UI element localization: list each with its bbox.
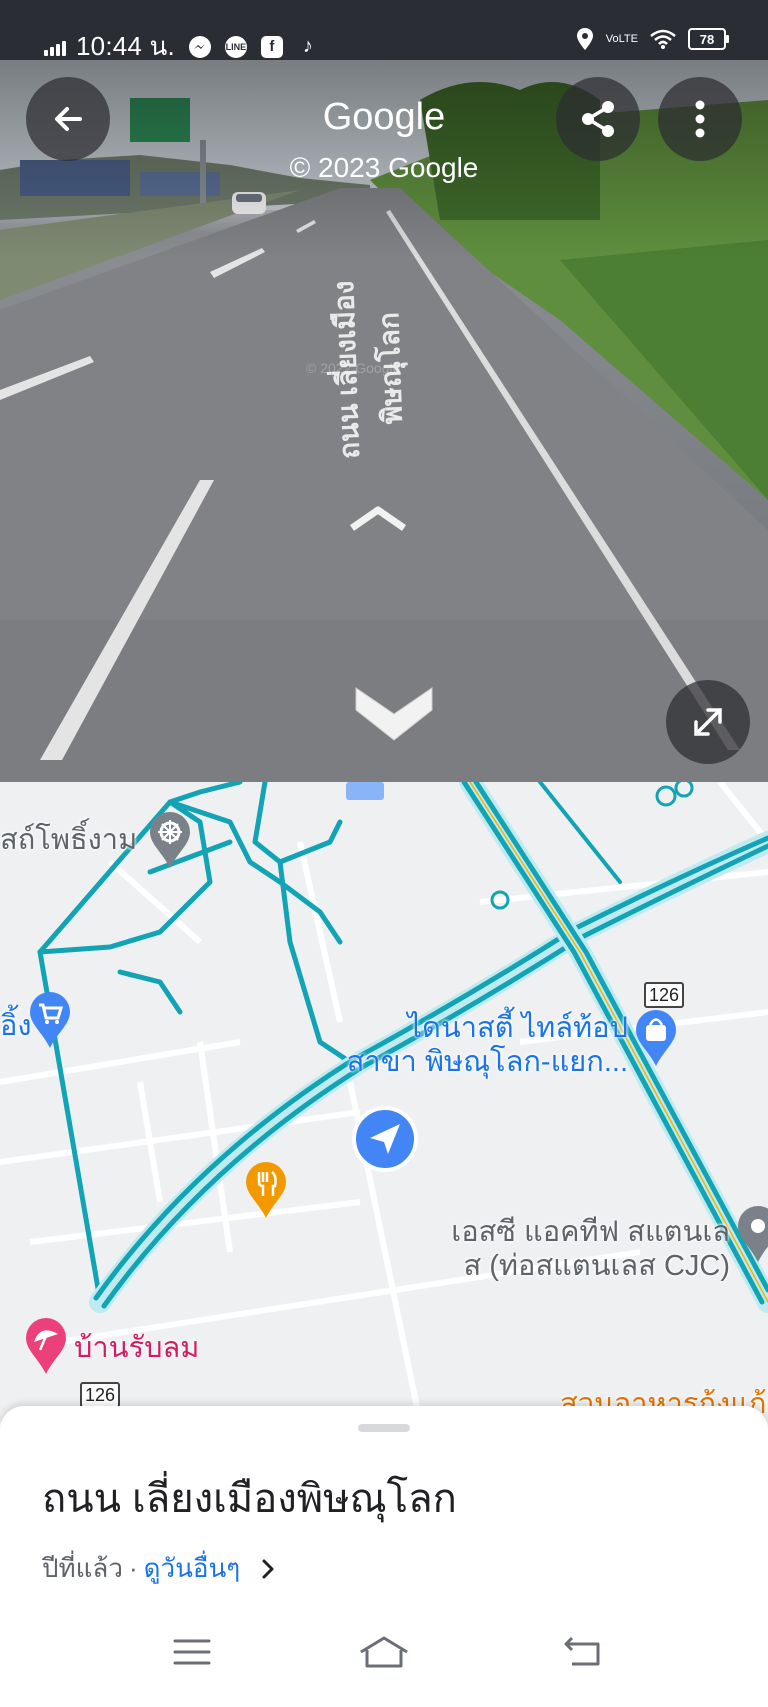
restaurant-pin-icon[interactable] bbox=[244, 1162, 288, 1218]
place-bottom-sheet[interactable]: ถนน เลี่ยงเมืองพิษณุโลก ปีที่แล้ว · ดูวั… bbox=[0, 1406, 768, 1707]
map-label-sc-line2[interactable]: ส (ท่อสแตนเลส CJC) bbox=[464, 1248, 730, 1284]
map-canvas bbox=[0, 782, 768, 1422]
map-label-store-line2[interactable]: สาขา พิษณุโลก-แยก... bbox=[347, 1044, 628, 1080]
recent-apps-button[interactable] bbox=[162, 1627, 222, 1677]
facebook-icon: f bbox=[260, 35, 283, 58]
move-backward-chevron-icon[interactable] bbox=[352, 684, 436, 748]
status-bar: 10:44 น. LINE f ♪ VoLTE 78 bbox=[0, 0, 768, 61]
expand-icon bbox=[694, 708, 722, 736]
street-view-panorama[interactable]: ถนน เลี่ยงเมืองพิษณุโลก © 2022 Google Go… bbox=[0, 60, 768, 782]
separator-dot: · bbox=[128, 1553, 138, 1583]
see-more-dates-link[interactable]: ดูวันอื่นๆ bbox=[144, 1548, 241, 1589]
line-icon: LINE bbox=[224, 35, 247, 58]
more-options-button[interactable] bbox=[658, 77, 742, 161]
volte-icon: VoLTE bbox=[605, 32, 638, 45]
menu-lines-icon bbox=[173, 1639, 211, 1665]
capture-date: ปีที่แล้ว bbox=[42, 1553, 123, 1583]
place-title: ถนน เลี่ยงเมืองพิษณุโลก bbox=[42, 1477, 457, 1521]
image-watermark: © 2022 Google bbox=[306, 360, 401, 376]
messenger-icon bbox=[188, 35, 211, 58]
share-icon bbox=[582, 101, 614, 137]
home-icon bbox=[360, 1636, 408, 1668]
share-button[interactable] bbox=[556, 77, 640, 161]
provider-title: Google bbox=[322, 96, 446, 138]
route-shield-126-bottom: 126 bbox=[80, 1382, 121, 1408]
map-label-store-line1[interactable]: ไดนาสตี้ ไทล์ท้อป bbox=[407, 1010, 628, 1046]
map-label-shop-left[interactable]: อิ้ง bbox=[0, 1008, 32, 1044]
battery-icon: 78 bbox=[688, 28, 729, 50]
wifi-icon bbox=[650, 29, 676, 49]
back-nav-button[interactable] bbox=[554, 1627, 614, 1677]
map-label-restaurant[interactable]: บ้านรับลม bbox=[74, 1330, 199, 1366]
drag-handle[interactable] bbox=[358, 1424, 410, 1432]
route-shield-126: 126 bbox=[644, 982, 685, 1008]
status-right: VoLTE 78 bbox=[576, 28, 729, 50]
shopping-cart-pin-icon[interactable] bbox=[28, 992, 72, 1048]
signal-icon bbox=[44, 38, 66, 56]
map-view[interactable]: สถ์โพธิ์งาม อิ้ง ไดนาสตี้ ไทล์ท้อป สาขา … bbox=[0, 782, 768, 1422]
temple-pin-icon[interactable] bbox=[148, 812, 192, 868]
tiktok-icon: ♪ bbox=[302, 35, 313, 57]
system-navigation-bar bbox=[0, 1587, 768, 1707]
move-forward-chevron-icon[interactable] bbox=[350, 502, 406, 532]
fullscreen-button[interactable] bbox=[666, 680, 750, 764]
chevron-right-icon[interactable] bbox=[256, 1557, 280, 1581]
shopping-bag-pin-icon[interactable] bbox=[634, 1010, 678, 1066]
current-location-icon[interactable] bbox=[352, 1106, 418, 1172]
home-button[interactable] bbox=[354, 1627, 414, 1677]
location-icon bbox=[576, 28, 593, 50]
map-label-temple[interactable]: สถ์โพธิ์งาม bbox=[0, 822, 137, 858]
back-arrow-icon bbox=[564, 1636, 600, 1666]
copyright-text: © 2023 Google bbox=[289, 152, 479, 183]
place-pin-icon[interactable] bbox=[736, 1206, 768, 1262]
more-vert-icon bbox=[695, 100, 705, 138]
capture-date-row: ปีที่แล้ว · ดูวันอื่นๆ bbox=[42, 1548, 280, 1589]
map-label-sc-line1[interactable]: เอสซี แอคทีฟ สแตนเล bbox=[451, 1214, 730, 1250]
beach-umbrella-pin-icon[interactable] bbox=[24, 1318, 68, 1374]
